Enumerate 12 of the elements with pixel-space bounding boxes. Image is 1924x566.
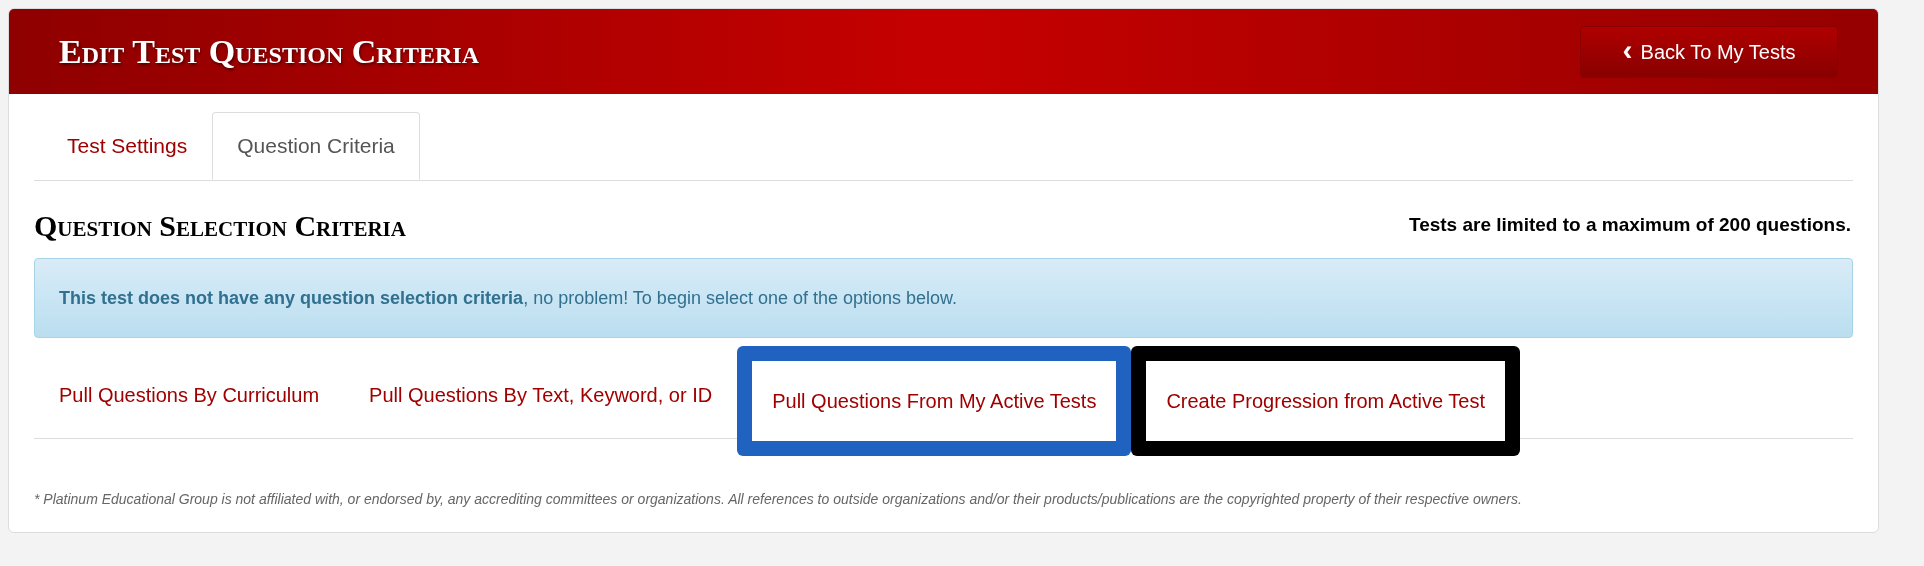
page-title: Edit Test Question Criteria	[59, 32, 479, 72]
option-tab[interactable]: Pull Questions By Text, Keyword, or ID	[344, 352, 738, 438]
alert-text: This test does not have any question selection criteria, no problem! To begin select one of the options below.	[59, 286, 958, 310]
section-title: Question Selection Criteria	[34, 208, 406, 244]
option-tab[interactable]: Pull Questions From My Active Tests	[752, 361, 1117, 441]
footnote: * Platinum Educational Group is not affiliated with, or endorsed by, any accrediting committees or organizations. All references to outside organizations and/or their products/publications are the copyrighted property of their respective owners.	[34, 490, 1523, 509]
back-button[interactable]: ‹ Back To My Tests	[1580, 25, 1838, 78]
limit-note: Tests are limited to a maximum of 200 questions.	[1408, 213, 1851, 238]
tab[interactable]: Test Settings	[42, 112, 213, 180]
option-tab[interactable]: Pull Questions By Curriculum	[34, 352, 345, 438]
tab[interactable]: Question Criteria	[212, 112, 420, 180]
option-tab[interactable]: Create Progression from Active Test	[1146, 361, 1506, 441]
